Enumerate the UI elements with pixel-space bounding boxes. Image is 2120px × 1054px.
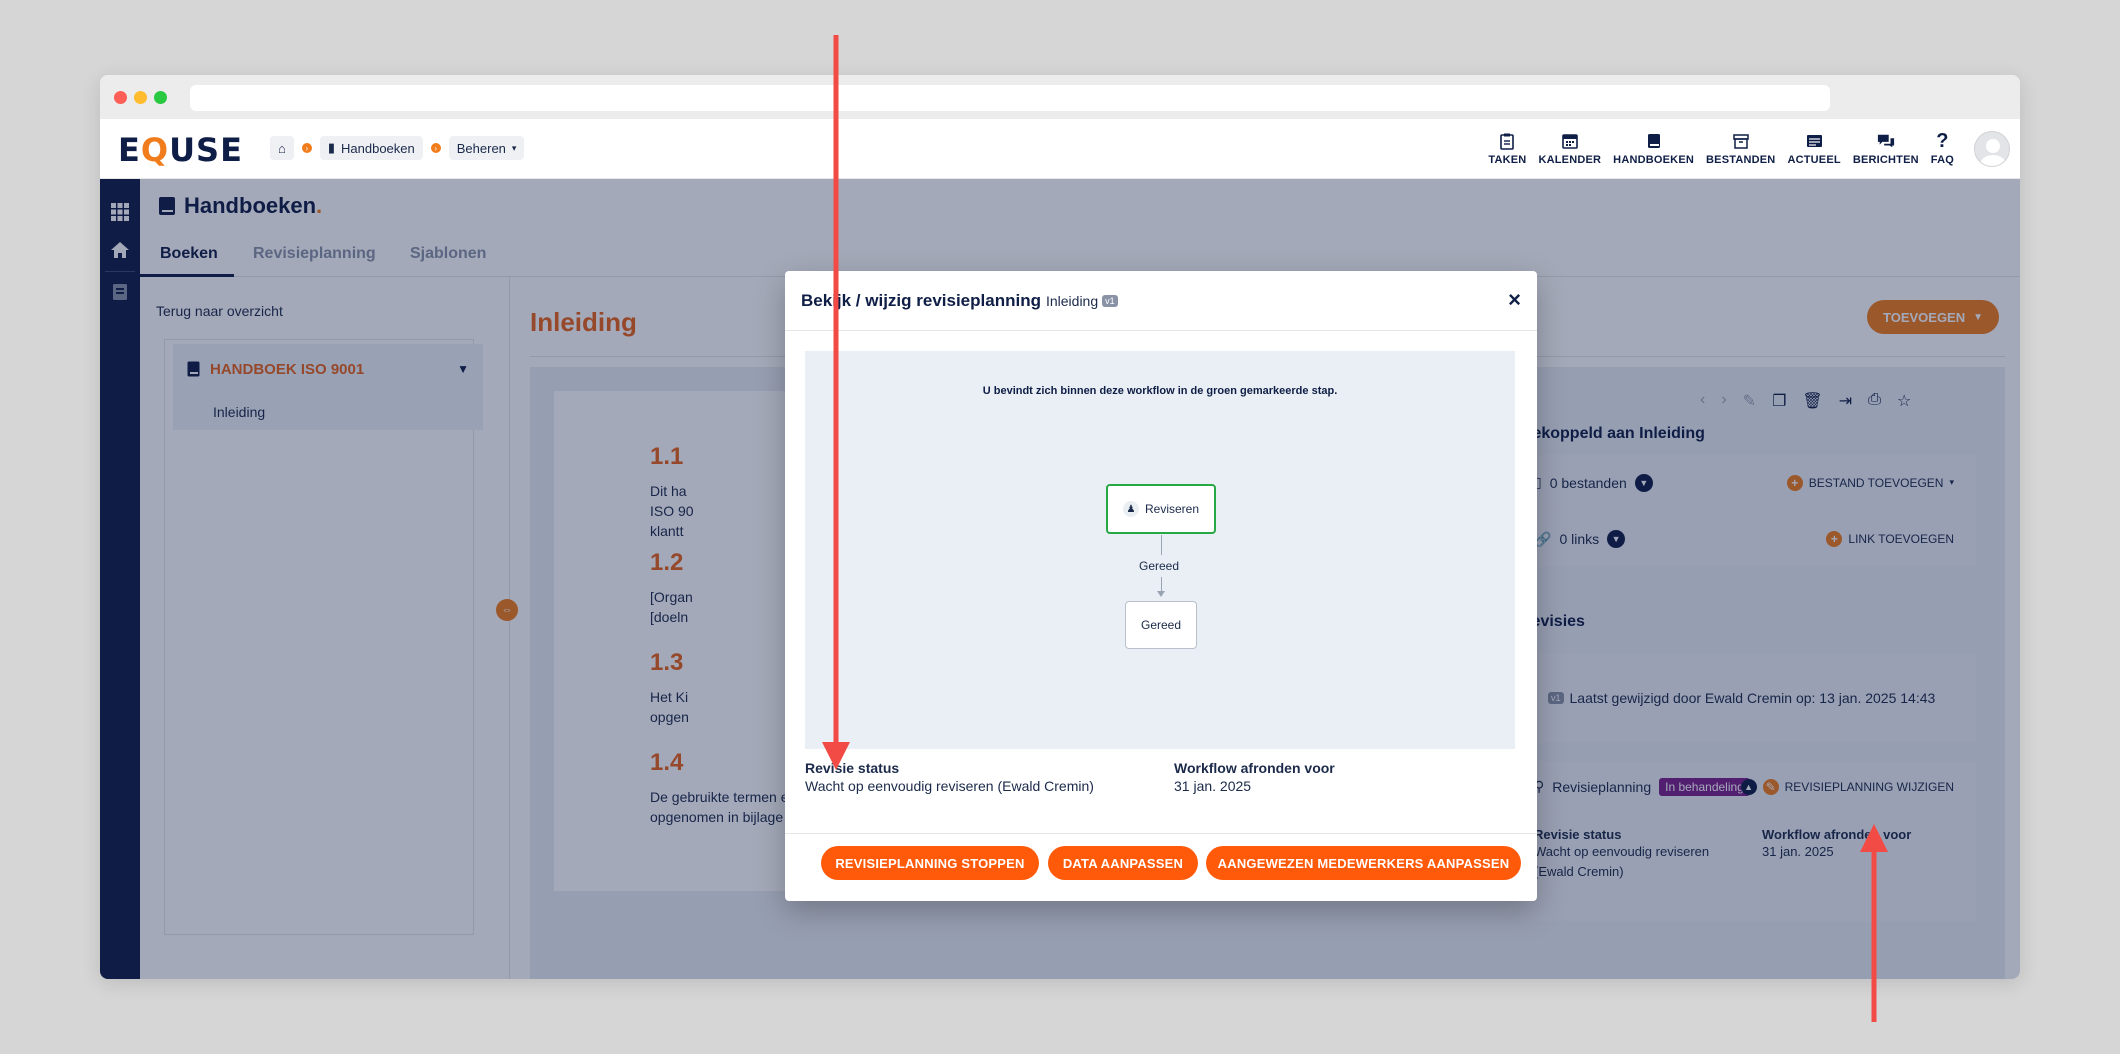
nav-bestanden[interactable]: BESTANDEN bbox=[1700, 119, 1781, 179]
workflow-step-active[interactable]: ♟ Reviseren bbox=[1106, 484, 1216, 534]
modal-subtitle: Inleiding bbox=[1045, 292, 1099, 309]
maximize-window-dot[interactable] bbox=[154, 91, 167, 104]
nav-faq-label: FAQ bbox=[1930, 154, 1954, 166]
book-icon bbox=[1645, 132, 1663, 150]
adjust-assignees-button[interactable]: AANGEWEZEN MEDEWERKERS AANPASSEN bbox=[1206, 846, 1521, 880]
nav-kalender-label: KALENDER bbox=[1538, 154, 1602, 166]
workflow-diagram: U bevindt zich binnen deze workflow in d… bbox=[805, 351, 1515, 749]
nav-actueel[interactable]: ACTUEEL bbox=[1781, 119, 1846, 179]
user-check-icon: ♟ bbox=[1122, 501, 1139, 517]
version-badge: v1 bbox=[1102, 294, 1118, 307]
nav-taken[interactable]: TAKEN bbox=[1482, 119, 1532, 179]
revision-planning-modal: Bekijk / wijzig revisieplanning Inleidin… bbox=[785, 271, 1537, 901]
nav-faq[interactable]: ? FAQ bbox=[1925, 119, 1960, 179]
top-nav-items: TAKEN KALENDER HANDBOEKEN BESTANDEN ACTU… bbox=[1482, 119, 2010, 179]
logo[interactable]: EQUSE bbox=[118, 131, 243, 169]
user-avatar[interactable] bbox=[1974, 131, 2010, 167]
workflow-edge bbox=[1161, 535, 1162, 555]
crumb-handboeken-label: Handboeken bbox=[341, 140, 415, 156]
top-nav: EQUSE ⌂ › ▮ Handboeken › Beheren ▾ TAKEN… bbox=[100, 119, 2020, 179]
modal-deadline: Workflow afronden voor 31 jan. 2025 bbox=[1174, 760, 1335, 796]
browser-toolbar bbox=[100, 75, 2020, 119]
archive-icon bbox=[1732, 132, 1750, 150]
modal-deadline-value: 31 jan. 2025 bbox=[1174, 778, 1252, 794]
stop-planning-button[interactable]: REVISIEPLANNING STOPPEN bbox=[821, 846, 1039, 880]
question-icon: ? bbox=[1936, 129, 1949, 152]
workflow-step-end[interactable]: Gereed bbox=[1125, 601, 1197, 649]
nav-handboeken[interactable]: HANDBOEKEN bbox=[1607, 119, 1700, 179]
nav-berichten-label: BERICHTEN bbox=[1852, 154, 1919, 166]
book-icon: ▮ bbox=[327, 140, 336, 155]
browser-window: EQUSE ⌂ › ▮ Handboeken › Beheren ▾ TAKEN… bbox=[100, 75, 2020, 979]
workflow-note: U bevindt zich binnen deze workflow in d… bbox=[982, 385, 1338, 397]
workflow-step-end-label: Gereed bbox=[1140, 618, 1182, 632]
breadcrumb: ⌂ › ▮ Handboeken › Beheren ▾ bbox=[270, 136, 525, 160]
home-crumb[interactable]: ⌂ bbox=[270, 136, 294, 160]
crumb-beheren-label: Beheren bbox=[456, 140, 506, 156]
modal-status: Revisie status Wacht op eenvoudig revise… bbox=[805, 760, 1094, 796]
crumb-handboeken[interactable]: ▮ Handboeken bbox=[319, 136, 423, 160]
chevron-down-icon: ▾ bbox=[511, 142, 517, 153]
nav-bestanden-label: BESTANDEN bbox=[1706, 154, 1776, 166]
address-bar[interactable] bbox=[190, 85, 1830, 111]
arrowhead-icon bbox=[1157, 591, 1165, 597]
modal-status-label: Revisie status bbox=[805, 760, 900, 776]
crumb-separator-icon: › bbox=[301, 143, 312, 153]
modal-status-value: Wacht op eenvoudig reviseren (Ewald Crem… bbox=[805, 778, 1094, 794]
clipboard-icon bbox=[1498, 132, 1516, 150]
crumb-separator-icon: › bbox=[430, 143, 441, 153]
modal-deadline-label: Workflow afronden voor bbox=[1174, 760, 1335, 776]
news-icon bbox=[1805, 132, 1823, 150]
modal-header: Bekijk / wijzig revisieplanning Inleidin… bbox=[785, 271, 1537, 331]
nav-taken-label: TAKEN bbox=[1488, 154, 1527, 166]
crumb-beheren-dropdown[interactable]: Beheren ▾ bbox=[448, 136, 525, 160]
nav-handboeken-label: HANDBOEKEN bbox=[1613, 154, 1695, 166]
app: EQUSE ⌂ › ▮ Handboeken › Beheren ▾ TAKEN… bbox=[100, 119, 2020, 979]
close-icon[interactable]: × bbox=[1508, 289, 1521, 311]
nav-actueel-label: ACTUEEL bbox=[1787, 154, 1841, 166]
chat-icon bbox=[1877, 132, 1895, 150]
modal-footer: REVISIEPLANNING STOPPEN DATA AANPASSEN A… bbox=[785, 833, 1537, 901]
close-window-dot[interactable] bbox=[114, 91, 127, 104]
workflow-step-active-label: Reviseren bbox=[1144, 502, 1200, 516]
nav-berichten[interactable]: BERICHTEN bbox=[1847, 119, 1925, 179]
nav-kalender[interactable]: KALENDER bbox=[1532, 119, 1607, 179]
workflow-edge-label: Gereed bbox=[1139, 559, 1180, 573]
calendar-icon bbox=[1561, 132, 1579, 150]
modal-title: Bekijk / wijzig revisieplanning bbox=[801, 290, 1041, 310]
adjust-dates-button[interactable]: DATA AANPASSEN bbox=[1048, 846, 1198, 880]
minimize-window-dot[interactable] bbox=[134, 91, 147, 104]
home-icon: ⌂ bbox=[278, 140, 286, 156]
